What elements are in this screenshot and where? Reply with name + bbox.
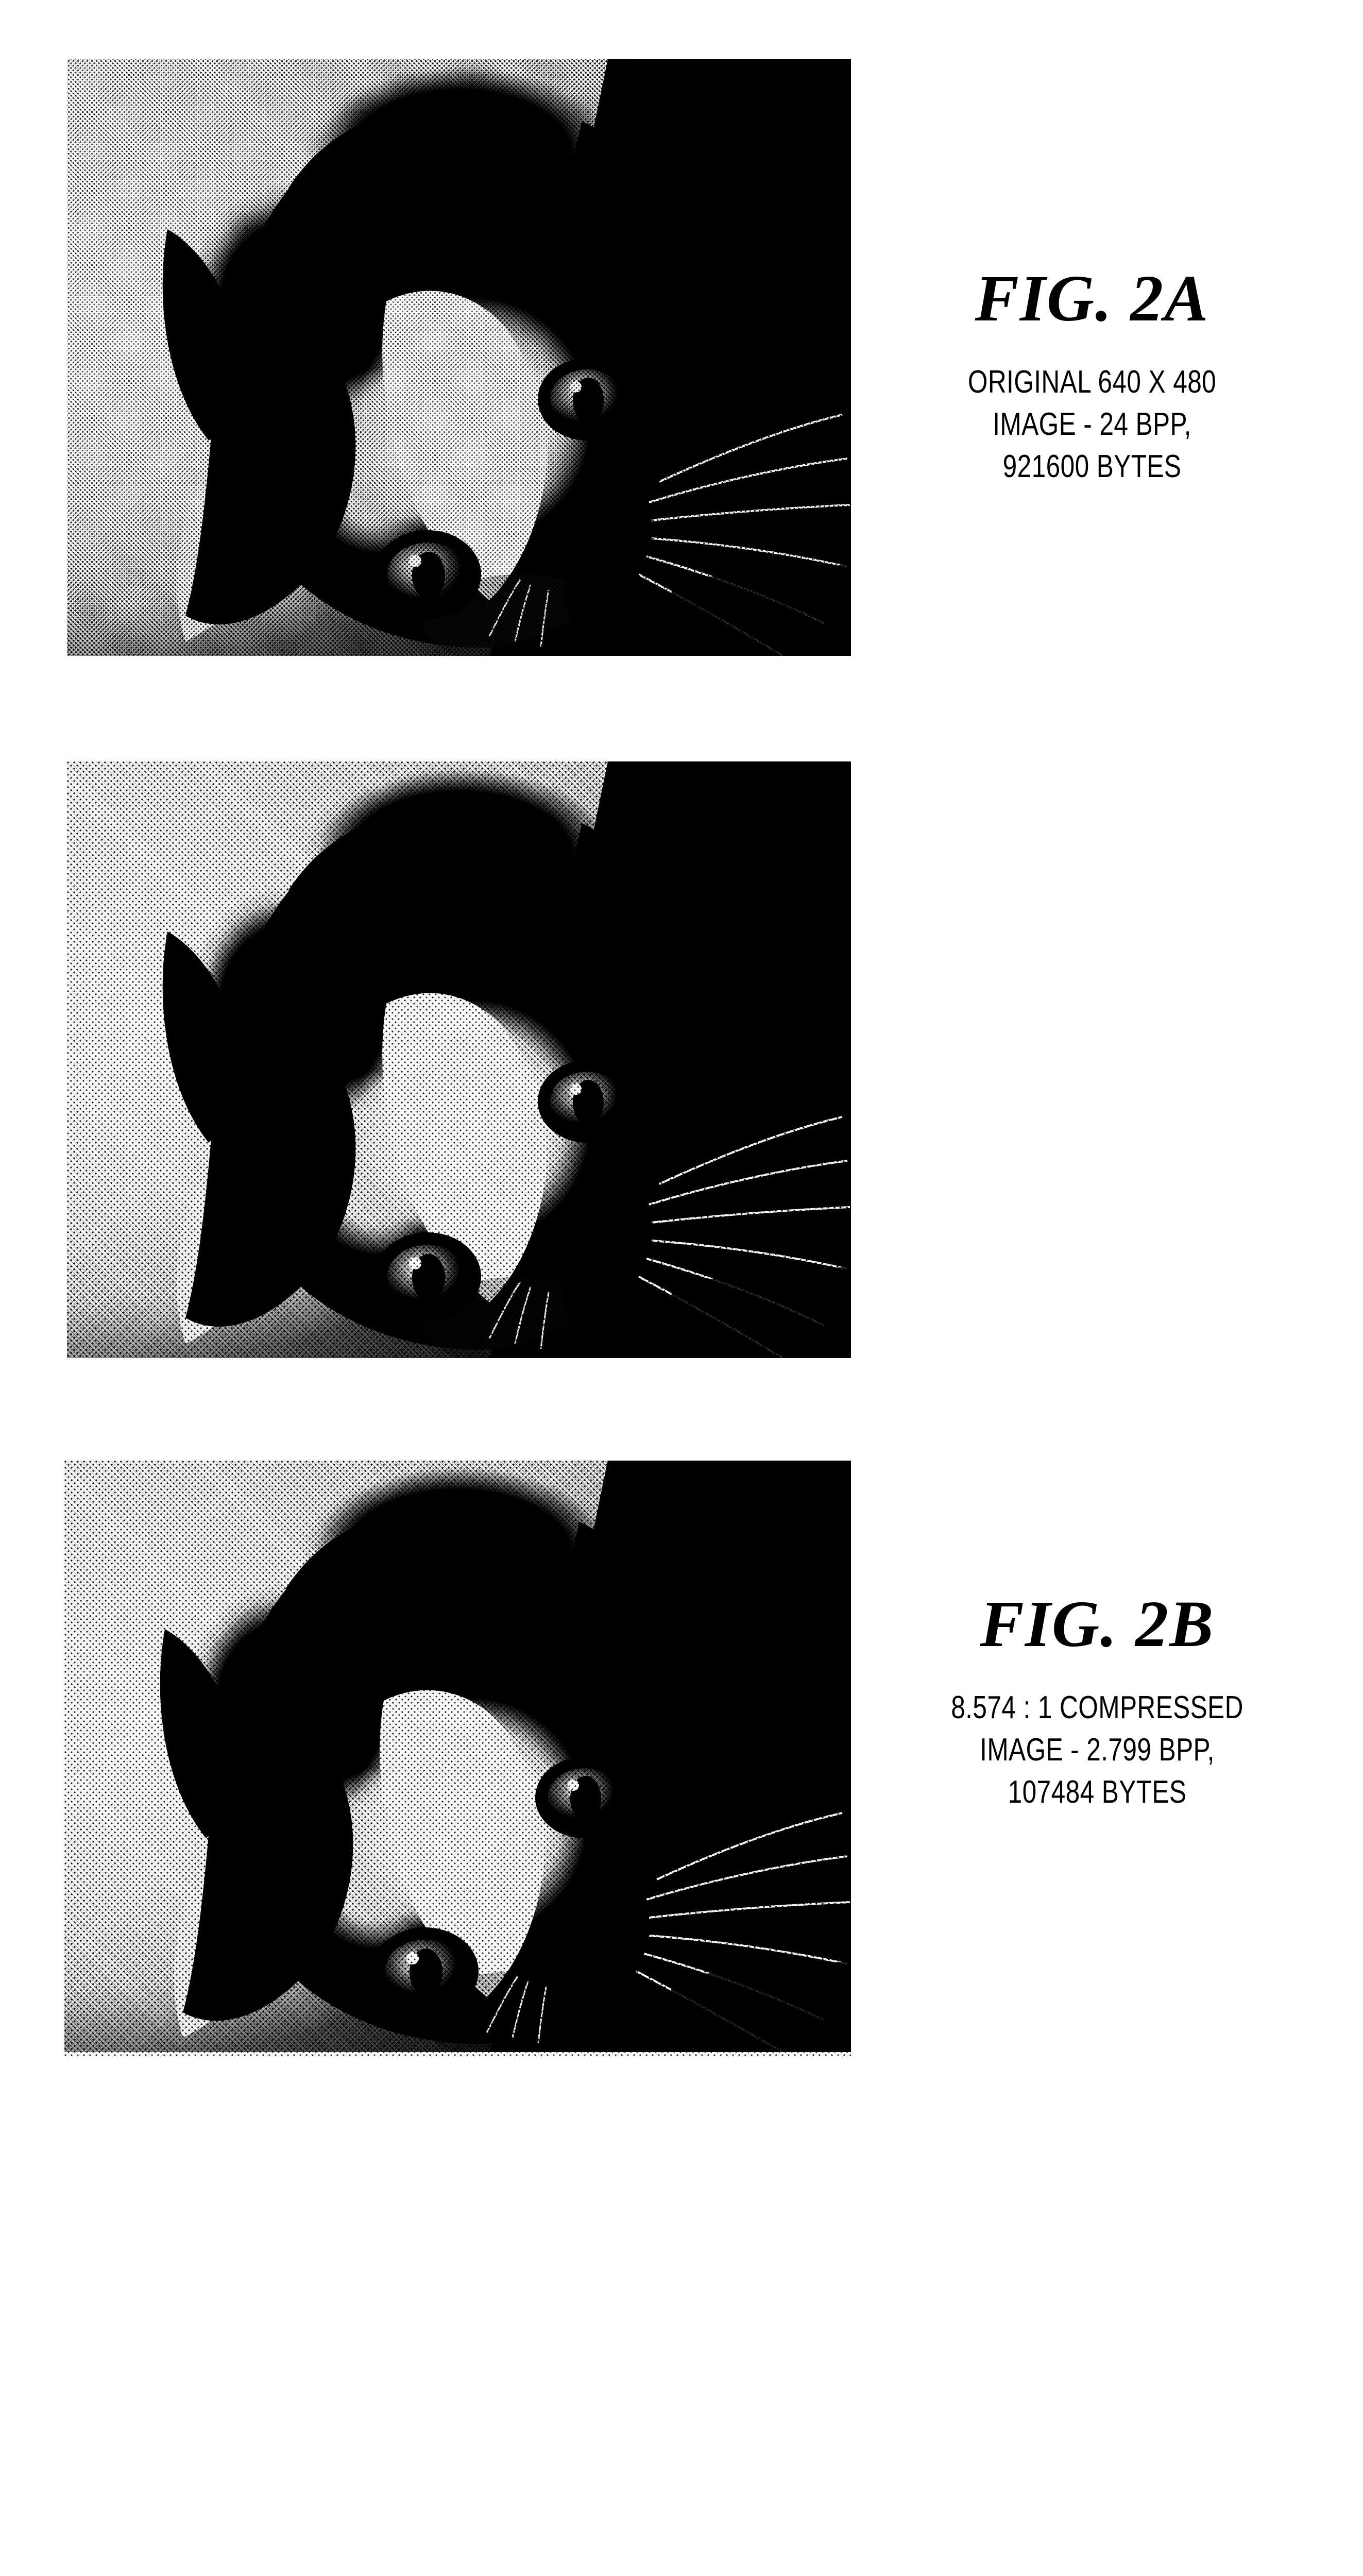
drawing-sheet: FIG. 2A ORIGINAL 640 X 480 IMAGE - 24 BP… <box>0 0 1363 2134</box>
figure-image-2a <box>67 59 851 656</box>
halftone-screen <box>67 761 851 1358</box>
figure-description-2a: ORIGINAL 640 X 480 IMAGE - 24 BPP, 92160… <box>919 361 1265 487</box>
figure-label-2a: FIG. 2A <box>975 262 1209 335</box>
halftone-screen <box>64 1461 851 2057</box>
figure-image-2c <box>64 1461 851 2057</box>
caption-line: ORIGINAL 640 X 480 <box>967 364 1217 400</box>
figure-caption-2a: FIG. 2A ORIGINAL 640 X 480 IMAGE - 24 BP… <box>876 265 1308 487</box>
halftone-screen <box>67 59 851 656</box>
figure-block-2a: FIG. 2A ORIGINAL 640 X 480 IMAGE - 24 BP… <box>0 59 1363 657</box>
caption-line: 921600 BYTES <box>1002 448 1182 484</box>
caption-line: IMAGE - 24 BPP, <box>993 406 1191 442</box>
figure-block-2c: FIG. 2C 16.461 : 1 COMPRESSED IMAGE - 1.… <box>0 1461 1363 2057</box>
figure-image-2b <box>67 761 851 1358</box>
figure-block-2b: FIG. 2B 8.574 : 1 COMPRESSED IMAGE - 2.7… <box>0 761 1363 1810</box>
